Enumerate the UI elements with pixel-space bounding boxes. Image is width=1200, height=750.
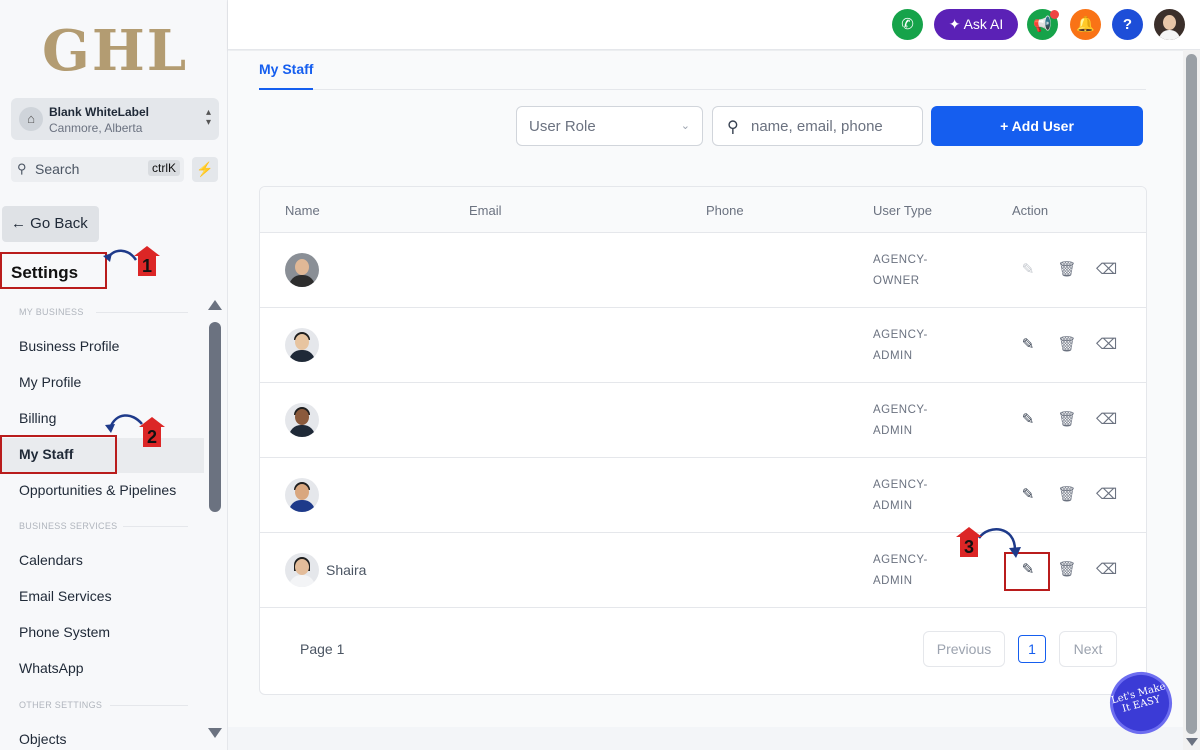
- sidebar-item-opportunities[interactable]: Opportunities & Pipelines: [19, 482, 176, 498]
- settings-title: Settings: [0, 252, 107, 289]
- avatar: [285, 403, 319, 437]
- remove-icon[interactable]: ⌫: [1096, 335, 1117, 353]
- add-user-button[interactable]: + Add User: [931, 106, 1143, 146]
- scroll-down-arrow[interactable]: [1186, 738, 1198, 746]
- table-row: AGENCY- OWNER ✎ 🗑 ⌫: [260, 233, 1146, 308]
- sidebar-item-phone-system[interactable]: Phone System: [19, 624, 110, 640]
- bell-icon[interactable]: 🔔: [1070, 9, 1101, 40]
- notification-dot: [1050, 10, 1059, 19]
- trash-icon[interactable]: 🗑: [1057, 260, 1077, 278]
- tab-divider: [259, 89, 1146, 90]
- sidebar-item-email-services[interactable]: Email Services: [19, 588, 112, 604]
- edit-icon[interactable]: ✎: [1018, 335, 1038, 353]
- avatar: [285, 328, 319, 362]
- sidebar-item-business-profile[interactable]: Business Profile: [19, 338, 119, 354]
- sidebar-search[interactable]: ⚲ Search ctrlK: [11, 157, 184, 182]
- search-shortcut: ctrlK: [148, 160, 180, 176]
- phone-icon[interactable]: ✆: [892, 9, 923, 40]
- location-icon: ⌂: [19, 107, 43, 131]
- go-back-label: Go Back: [30, 215, 88, 232]
- account-name: Blank WhiteLabel: [49, 105, 150, 119]
- sidebar-item-calendars[interactable]: Calendars: [19, 552, 83, 568]
- page-scrollbar-thumb[interactable]: [1186, 54, 1197, 734]
- brand-logo: GHL: [42, 18, 189, 84]
- staff-search-placeholder: name, email, phone: [751, 118, 883, 135]
- account-location: Canmore, Alberta: [49, 121, 143, 135]
- sidebar-item-billing[interactable]: Billing: [19, 410, 56, 426]
- annotation-step-3: 3: [956, 527, 982, 561]
- edit-icon[interactable]: ✎: [1018, 410, 1038, 428]
- chevron-updown-icon: ▴ ▾: [205, 107, 211, 128]
- avatar: [285, 553, 319, 587]
- user-type: AGENCY- ADMIN: [873, 329, 928, 362]
- trash-icon[interactable]: 🗑: [1057, 410, 1077, 428]
- sidebar-item-whatsapp[interactable]: WhatsApp: [19, 660, 84, 676]
- trash-icon[interactable]: 🗑: [1057, 560, 1077, 578]
- divider: [96, 312, 188, 313]
- col-action: Action: [1012, 203, 1049, 218]
- search-icon: ⚲: [727, 119, 739, 136]
- section-other-settings: OTHER SETTINGS: [19, 700, 103, 710]
- edit-icon[interactable]: ✎: [1018, 485, 1038, 503]
- sidebar-scrollbar-thumb[interactable]: [209, 322, 221, 512]
- user-name: Shaira: [326, 562, 367, 578]
- col-name: Name: [285, 203, 320, 218]
- remove-icon[interactable]: ⌫: [1096, 410, 1117, 428]
- previous-button[interactable]: Previous: [923, 631, 1005, 667]
- sidebar-item-my-profile[interactable]: My Profile: [19, 374, 81, 390]
- search-icon: ⚲: [17, 161, 27, 176]
- annotation-arrow-3: [977, 528, 1021, 558]
- table-row: AGENCY- ADMIN ✎ 🗑 ⌫: [260, 458, 1146, 533]
- user-type: AGENCY- ADMIN: [873, 554, 928, 587]
- remove-icon[interactable]: ⌫: [1096, 260, 1117, 278]
- user-type: AGENCY- ADMIN: [873, 479, 928, 512]
- section-my-business: MY BUSINESS: [19, 307, 84, 317]
- tab-my-staff[interactable]: My Staff: [259, 61, 313, 77]
- help-icon[interactable]: ?: [1112, 9, 1143, 40]
- sidebar: GHL ⌂ Blank WhiteLabel Canmore, Alberta …: [0, 0, 228, 750]
- col-email: Email: [469, 203, 502, 218]
- avatar: [285, 253, 319, 287]
- ask-ai-label: Ask AI: [963, 16, 1004, 32]
- user-role-placeholder: User Role: [529, 118, 596, 135]
- sidebar-search-label: Search: [35, 161, 80, 177]
- table-row: AGENCY- ADMIN ✎ 🗑 ⌫: [260, 383, 1146, 458]
- staff-search-input[interactable]: ⚲ name, email, phone: [712, 106, 923, 146]
- page-number-button[interactable]: 1: [1018, 635, 1046, 663]
- user-type: AGENCY- ADMIN: [873, 404, 928, 437]
- edit-icon: ✎: [1021, 261, 1035, 278]
- user-role-select[interactable]: User Role ⌄: [516, 106, 703, 146]
- trash-icon[interactable]: 🗑: [1057, 485, 1077, 503]
- scroll-down-arrow[interactable]: [208, 728, 222, 738]
- remove-icon[interactable]: ⌫: [1096, 560, 1117, 578]
- go-back-button[interactable]: ← Go Back: [2, 206, 99, 242]
- scroll-up-arrow[interactable]: [208, 300, 222, 310]
- quick-action-bolt-icon[interactable]: ⚡: [192, 157, 218, 182]
- col-user-type: User Type: [873, 203, 933, 218]
- page-scrollbar[interactable]: [1183, 50, 1200, 750]
- table-row: AGENCY- ADMIN ✎ 🗑 ⌫: [260, 308, 1146, 383]
- user-type: AGENCY- OWNER: [873, 254, 928, 287]
- section-business-services: BUSINESS SERVICES: [19, 521, 118, 531]
- table-header: Name Email Phone User Type Action: [260, 187, 1146, 233]
- avatar: [285, 478, 319, 512]
- staff-table: Name Email Phone User Type Action AGENCY…: [259, 186, 1147, 695]
- divider: [110, 705, 188, 706]
- edit-icon[interactable]: ✎: [1018, 560, 1038, 578]
- ask-ai-button[interactable]: ✦ Ask AI: [934, 9, 1018, 40]
- account-switcher[interactable]: ⌂ Blank WhiteLabel Canmore, Alberta ▴ ▾: [11, 98, 219, 140]
- page-label: Page 1: [300, 641, 345, 657]
- trash-icon[interactable]: 🗑: [1057, 335, 1077, 353]
- annotation-highlight-my-staff: [0, 435, 117, 474]
- annotation-step-1: 1: [134, 246, 160, 280]
- chevron-down-icon: ⌄: [680, 120, 690, 132]
- divider: [123, 526, 188, 527]
- tab-active-indicator: [259, 88, 313, 90]
- remove-icon[interactable]: ⌫: [1096, 485, 1117, 503]
- sidebar-item-objects[interactable]: Objects: [19, 731, 66, 747]
- col-phone: Phone: [706, 203, 744, 218]
- next-button[interactable]: Next: [1059, 631, 1117, 667]
- user-avatar[interactable]: [1154, 9, 1185, 40]
- annotation-step-2: 2: [139, 417, 165, 451]
